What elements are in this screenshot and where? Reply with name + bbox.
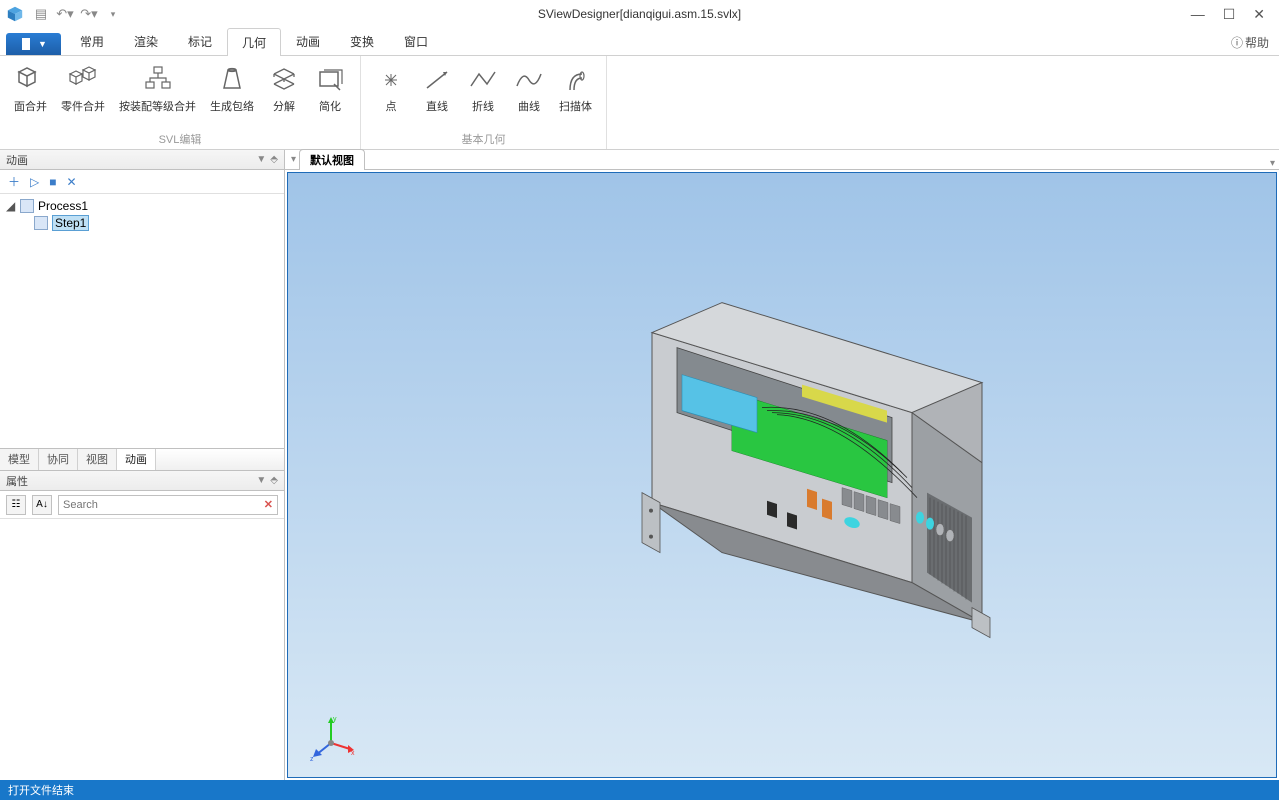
coordinate-axis-icon: y x z (306, 713, 356, 763)
categorize-button[interactable]: ☷ (6, 495, 26, 515)
add-step-button[interactable]: ＋ (8, 173, 20, 190)
curve-icon (513, 64, 545, 96)
close-button[interactable]: ✕ (1253, 6, 1265, 23)
tab-render[interactable]: 渲染 (119, 27, 173, 55)
3d-model (542, 293, 1022, 673)
point-icon (375, 64, 407, 96)
step-icon (34, 216, 48, 230)
line-icon (421, 64, 453, 96)
properties-toolbar: ☷ A↓ ✕ (0, 491, 284, 519)
view-tabs-dropdown-icon[interactable]: ▾ (291, 154, 296, 165)
line-button[interactable]: 直线 (415, 60, 459, 129)
svg-text:z: z (310, 756, 314, 763)
viewport-menu-icon[interactable]: ▾ (1270, 158, 1275, 169)
document-icon (20, 37, 34, 51)
window-controls: — ☐ ✕ (1191, 6, 1273, 23)
explode-icon (268, 64, 300, 96)
simplify-button[interactable]: 简化 (308, 60, 352, 129)
minimize-button[interactable]: — (1191, 6, 1205, 23)
panel-pin-icon[interactable]: ⬘ (270, 154, 278, 165)
left-panel: 动画 ▼ ⬘ ＋ ▷ ■ ✕ ◢ Process1 Step1 模型 协同 视图 … (0, 150, 285, 780)
tree-node-process[interactable]: ◢ Process1 (2, 198, 282, 214)
viewport-area: ▾ 默认视图 ▾ (285, 150, 1279, 780)
svg-text:y: y (333, 716, 337, 723)
stop-button[interactable]: ■ (49, 175, 56, 189)
animation-panel-header: 动画 ▼⬘ (0, 150, 284, 170)
main-area: 动画 ▼ ⬘ ＋ ▷ ■ ✕ ◢ Process1 Step1 模型 协同 视图 … (0, 150, 1279, 780)
tab-window[interactable]: 窗口 (389, 27, 443, 55)
envelope-icon (216, 64, 248, 96)
ribbon-group-svl-edit: 面合并 零件合并 按装配等级合并 生成包络 分解 简化 S (0, 56, 361, 149)
maximize-button[interactable]: ☐ (1223, 6, 1236, 23)
collapse-icon[interactable]: ◢ (6, 199, 16, 213)
app-logo-icon (6, 5, 24, 23)
tab-transform[interactable]: 变换 (335, 27, 389, 55)
tab-markup[interactable]: 标记 (173, 27, 227, 55)
search-input[interactable] (63, 499, 264, 511)
sweep-button[interactable]: 扫描体 (553, 60, 598, 129)
tab-animation[interactable]: 动画 (281, 27, 335, 55)
polyline-icon (467, 64, 499, 96)
ribbon: 面合并 零件合并 按装配等级合并 生成包络 分解 简化 S (0, 56, 1279, 150)
ribbon-group-label: SVL编辑 (8, 129, 352, 149)
play-button[interactable]: ▷ (30, 175, 39, 189)
3d-viewport[interactable]: y x z (287, 172, 1277, 778)
left-panel-tabs: 模型 协同 视图 动画 (0, 448, 284, 470)
curve-button[interactable]: 曲线 (507, 60, 551, 129)
face-merge-button[interactable]: 面合并 (8, 60, 53, 129)
status-text: 打开文件结束 (8, 782, 74, 798)
properties-panel-header: 属性 ▼⬘ (0, 471, 284, 491)
viewport-tab-default[interactable]: 默认视图 (299, 149, 365, 170)
panel-pin-icon[interactable]: ⬘ (270, 475, 278, 486)
tab-collab[interactable]: 协同 (39, 449, 78, 470)
tab-view[interactable]: 视图 (78, 449, 117, 470)
properties-search[interactable]: ✕ (58, 495, 278, 515)
qat-dropdown-icon[interactable]: ▾ (104, 5, 122, 23)
tab-common[interactable]: 常用 (65, 27, 119, 55)
sweep-icon (560, 64, 592, 96)
explode-button[interactable]: 分解 (262, 60, 306, 129)
part-merge-icon (67, 64, 99, 96)
properties-body (0, 519, 284, 780)
viewport-tabs: ▾ 默认视图 ▾ (285, 150, 1279, 170)
file-menu-button[interactable]: ▼ (6, 33, 61, 55)
sort-az-button[interactable]: A↓ (32, 495, 52, 515)
tree-node-step[interactable]: Step1 (2, 214, 282, 232)
animation-toolbar: ＋ ▷ ■ ✕ (0, 170, 284, 194)
undo-icon[interactable]: ↶▾ (56, 5, 74, 23)
part-merge-button[interactable]: 零件合并 (55, 60, 111, 129)
polyline-button[interactable]: 折线 (461, 60, 505, 129)
status-bar: 打开文件结束 (0, 780, 1279, 800)
window-title: SViewDesigner[dianqigui.asm.15.svlx] (538, 7, 741, 21)
delete-button[interactable]: ✕ (67, 175, 77, 189)
point-button[interactable]: 点 (369, 60, 413, 129)
assembly-merge-icon (142, 64, 174, 96)
properties-panel: 属性 ▼⬘ ☷ A↓ ✕ (0, 470, 284, 780)
help-button[interactable]: ⓘ 帮助 (1231, 34, 1269, 55)
title-bar: ▤ ↶▾ ↷▾ ▾ SViewDesigner[dianqigui.asm.15… (0, 0, 1279, 28)
assembly-merge-button[interactable]: 按装配等级合并 (113, 60, 202, 129)
animation-tree: ◢ Process1 Step1 (0, 194, 284, 448)
face-merge-icon (15, 64, 47, 96)
svg-text:x: x (351, 750, 355, 757)
clear-search-icon[interactable]: ✕ (264, 498, 273, 511)
tab-anim[interactable]: 动画 (117, 449, 156, 470)
quick-access-toolbar: ▤ ↶▾ ↷▾ ▾ (32, 5, 122, 23)
redo-icon[interactable]: ↷▾ (80, 5, 98, 23)
simplify-icon (314, 64, 346, 96)
process-icon (20, 199, 34, 213)
tab-geometry[interactable]: 几何 (227, 28, 281, 56)
help-icon: ⓘ (1231, 34, 1243, 51)
panel-dropdown-icon[interactable]: ▼ (256, 475, 266, 486)
ribbon-group-label: 基本几何 (369, 129, 598, 149)
ribbon-tabs: ▼ 常用 渲染 标记 几何 动画 变换 窗口 ⓘ 帮助 (0, 28, 1279, 56)
generate-envelope-button[interactable]: 生成包络 (204, 60, 260, 129)
save-icon[interactable]: ▤ (32, 5, 50, 23)
tab-model[interactable]: 模型 (0, 449, 39, 470)
ribbon-group-basic-geometry: 点 直线 折线 曲线 扫描体 基本几何 (361, 56, 607, 149)
panel-dropdown-icon[interactable]: ▼ (256, 154, 266, 165)
